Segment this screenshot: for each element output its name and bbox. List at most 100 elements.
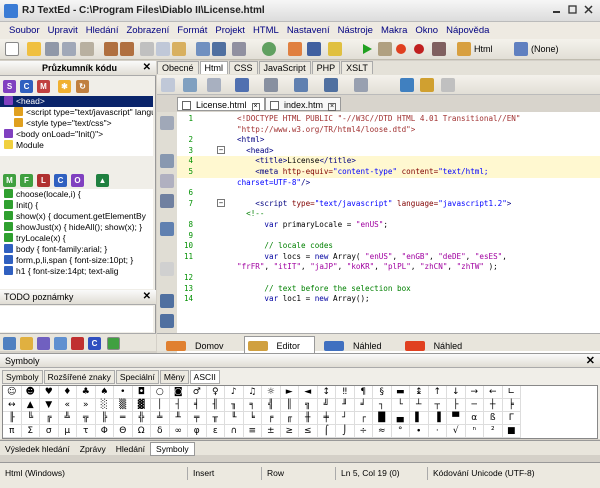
project-tab-icon[interactable]: [37, 337, 50, 350]
symbol-cell[interactable]: ○: [151, 386, 170, 399]
symbol-cell[interactable]: └: [391, 399, 410, 412]
symbol-tree-item[interactable]: Init() {: [0, 200, 153, 211]
chart-icon[interactable]: [400, 78, 414, 92]
symbol-cell[interactable]: →: [465, 386, 484, 399]
html-tree-item[interactable]: <body onLoad="Init()">: [0, 129, 153, 140]
symbol-tab[interactable]: Symboly: [2, 370, 43, 384]
symbol-cell[interactable]: ≡: [243, 425, 262, 438]
symbol-cell[interactable]: ┴: [410, 399, 429, 412]
symbol-cell[interactable]: ─: [465, 399, 484, 412]
symbol-cell[interactable]: ⌠: [317, 425, 336, 438]
symbol-cell[interactable]: ╩: [58, 412, 77, 425]
symbol-cell[interactable]: π: [3, 425, 22, 438]
symbol-cell[interactable]: ◙: [169, 386, 188, 399]
menu-item-7[interactable]: Nastavení: [283, 22, 334, 36]
symbol-cell[interactable]: ↔: [3, 399, 22, 412]
symbol-cell[interactable]: σ: [40, 425, 59, 438]
symbol-cell[interactable]: ═: [114, 412, 133, 425]
close-todo-icon[interactable]: ✕: [143, 291, 151, 302]
symbol-cell[interactable]: ♥: [40, 386, 59, 399]
arrows-icon[interactable]: [235, 78, 249, 92]
symbol-cell[interactable]: ε: [206, 425, 225, 438]
symbol-cell[interactable]: »: [77, 399, 96, 412]
close-tab-icon[interactable]: ×: [328, 103, 337, 111]
print-icon[interactable]: [80, 42, 94, 56]
symbol-cell[interactable]: µ: [58, 425, 77, 438]
symbol-cell[interactable]: ╧: [151, 412, 170, 425]
symbol-cell[interactable]: ⌡: [336, 425, 355, 438]
symbol-cell[interactable]: α: [465, 412, 484, 425]
symbol-cell[interactable]: Ω: [132, 425, 151, 438]
symbol-cell[interactable]: ▓: [132, 399, 151, 412]
symbol-cell[interactable]: ±: [262, 425, 281, 438]
doc-tab[interactable]: License.html ×: [177, 97, 265, 111]
symbol-cell[interactable]: ╫: [299, 412, 318, 425]
save-icon[interactable]: [45, 42, 59, 56]
view-tab[interactable]: Náhled: [321, 337, 396, 353]
symbol-cell[interactable]: ↕: [317, 386, 336, 399]
menu-item-6[interactable]: HTML: [249, 22, 283, 36]
tools-icon[interactable]: [288, 42, 302, 56]
symbol-cell[interactable]: ╪: [317, 412, 336, 425]
symbol-cell[interactable]: •: [114, 386, 133, 399]
menu-item-9[interactable]: Makra: [377, 22, 411, 36]
explorer-tab-icon[interactable]: [107, 337, 120, 350]
symbol-tree-item[interactable]: showJust(x) { hideAll(); show(x); }: [0, 222, 153, 233]
view-tab[interactable]: Domov: [163, 337, 238, 353]
method-filter-icon[interactable]: M: [3, 174, 16, 187]
refresh-filter-icon[interactable]: ↻: [76, 80, 89, 93]
side-comment-icon[interactable]: [160, 174, 174, 188]
symbol-cell[interactable]: ▀: [447, 412, 466, 425]
symbol-cell[interactable]: Θ: [114, 425, 133, 438]
side-tool-icon[interactable]: [160, 116, 174, 130]
symbol-cell[interactable]: ☼: [262, 386, 281, 399]
symbol-cell[interactable]: │: [151, 399, 170, 412]
folders-tab-icon[interactable]: [20, 337, 33, 350]
list-icon[interactable]: [294, 78, 308, 92]
symbol-cell[interactable]: ▬: [391, 386, 410, 399]
symbol-tab[interactable]: Rozšířené znaky: [43, 370, 115, 384]
symbol-cell[interactable]: ←: [484, 386, 503, 399]
symbol-cell[interactable]: ≤: [299, 425, 318, 438]
menu-item-8[interactable]: Nástroje: [334, 22, 377, 36]
symbol-cell[interactable]: °: [391, 425, 410, 438]
tab-xslt[interactable]: XSLT: [341, 61, 373, 74]
symbol-cell[interactable]: ╓: [280, 412, 299, 425]
html-filter-icon[interactable]: S: [3, 80, 16, 93]
symbol-cell[interactable]: ┐: [373, 399, 392, 412]
side-goto-icon[interactable]: [160, 194, 174, 208]
symbol-cell[interactable]: ■: [502, 425, 521, 438]
symbol-cell[interactable]: ╝: [317, 399, 336, 412]
side-outdent-icon[interactable]: [160, 314, 174, 328]
symbol-cell[interactable]: φ: [188, 425, 207, 438]
symbol-cell[interactable]: ░: [95, 399, 114, 412]
symbol-cell[interactable]: ⁿ: [465, 425, 484, 438]
symbol-cell[interactable]: ▒: [114, 399, 133, 412]
side-list-icon[interactable]: [160, 222, 174, 236]
symbol-cell[interactable]: ∟: [502, 386, 521, 399]
copy-icon[interactable]: [156, 42, 170, 56]
symbol-cell[interactable]: ╦: [77, 412, 96, 425]
symbol-cell[interactable]: ²: [484, 425, 503, 438]
symbol-cell[interactable]: ╥: [206, 412, 225, 425]
save-all-icon[interactable]: [62, 42, 76, 56]
symbol-cell[interactable]: ·: [428, 425, 447, 438]
symbol-cell[interactable]: ↑: [428, 386, 447, 399]
spell-icon[interactable]: [232, 42, 246, 56]
menu-item-0[interactable]: Soubor: [5, 22, 44, 36]
menu-item-5[interactable]: Projekt: [211, 22, 249, 36]
object-filter-icon[interactable]: O: [71, 174, 84, 187]
symbol-cell[interactable]: ╖: [225, 399, 244, 412]
symbol-cell[interactable]: ┤: [169, 399, 188, 412]
tab-obecné[interactable]: Obecné: [157, 61, 199, 74]
label-filter-icon[interactable]: L: [37, 174, 50, 187]
field-filter-icon[interactable]: F: [20, 174, 33, 187]
symbol-cell[interactable]: ╢: [206, 399, 225, 412]
symbol-cell[interactable]: ╔: [40, 412, 59, 425]
symbol-cell[interactable]: ◄: [299, 386, 318, 399]
symbol-cell[interactable]: ≥: [280, 425, 299, 438]
symbol-cell[interactable]: ∙: [410, 425, 429, 438]
minimize-icon[interactable]: [552, 5, 561, 14]
collapse-icon[interactable]: [161, 78, 175, 92]
html-pen-icon[interactable]: [457, 42, 471, 56]
